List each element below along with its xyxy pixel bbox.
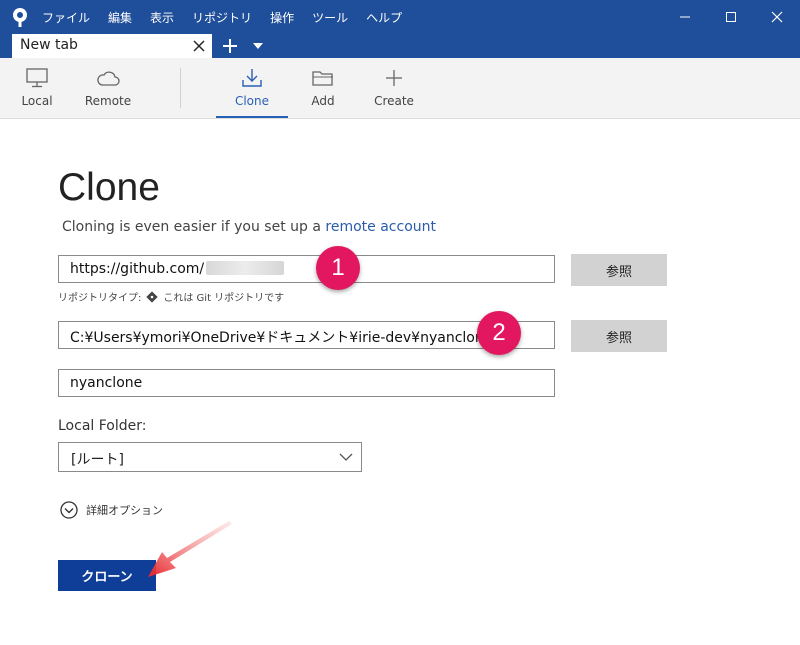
bookmark-name-input[interactable]: nyanclone: [58, 369, 555, 397]
menu-edit[interactable]: 編集: [108, 9, 132, 26]
tab-new-tab[interactable]: New tab: [12, 34, 212, 58]
folder-icon: [312, 71, 333, 86]
menu-help[interactable]: ヘルプ: [366, 9, 402, 26]
tab-label: New tab: [20, 37, 78, 53]
git-icon: [146, 290, 159, 303]
tool-add-label: Add: [311, 94, 335, 108]
add-tab-icon[interactable]: [222, 38, 238, 54]
cloud-icon: [97, 71, 120, 86]
tool-add[interactable]: Add: [298, 58, 348, 118]
close-icon: [771, 11, 783, 23]
menu-bar: ファイル 編集 表示 リポジトリ 操作 ツール ヘルプ: [42, 0, 420, 34]
tool-remote[interactable]: Remote: [78, 58, 138, 118]
sourcetree-logo-icon: [13, 8, 27, 27]
local-folder-select[interactable]: [ルート]: [58, 442, 362, 472]
subtitle-text: Cloning is even easier if you set up a: [62, 219, 321, 235]
annotation-badge-2: 2: [477, 311, 521, 355]
tool-create[interactable]: Create: [368, 58, 420, 118]
repo-type-label: リポジトリタイプ:: [58, 293, 142, 304]
redacted-text: [206, 261, 285, 275]
plus-icon: [386, 70, 402, 86]
monitor-icon: [26, 68, 48, 88]
maximize-button[interactable]: [708, 0, 754, 34]
remote-account-link[interactable]: remote account: [325, 219, 436, 235]
advanced-options-toggle[interactable]: 詳細オプション: [60, 501, 163, 519]
tool-create-label: Create: [374, 94, 414, 108]
minimize-button[interactable]: [662, 0, 708, 34]
tab-bar: New tab: [0, 34, 800, 58]
menu-repository[interactable]: リポジトリ: [192, 9, 252, 26]
menu-view[interactable]: 表示: [150, 9, 174, 26]
page-title: Clone: [58, 166, 160, 209]
annotation-arrow-icon: [148, 521, 232, 577]
menu-tools[interactable]: ツール: [312, 9, 348, 26]
tool-local-label: Local: [21, 94, 53, 108]
expand-circle-icon: [60, 501, 78, 519]
browse-source-button[interactable]: 参照: [571, 254, 667, 286]
source-url-input[interactable]: https://github.com/: [58, 255, 555, 283]
source-url-value: https://github.com/: [70, 261, 205, 277]
repo-type-note: リポジトリタイプ: これは Git リポジトリです: [58, 289, 284, 304]
annotation-badge-1: 1: [316, 246, 360, 290]
page-subtitle: Cloning is even easier if you set up a r…: [62, 219, 436, 235]
tab-close-icon[interactable]: [192, 39, 206, 53]
browse-destination-button[interactable]: 参照: [571, 320, 667, 352]
tab-dropdown-icon[interactable]: [253, 43, 263, 49]
toolbar: Local Remote Clone Add Create: [0, 58, 800, 119]
advanced-options-label: 詳細オプション: [86, 504, 163, 517]
chevron-down-icon: [339, 453, 353, 461]
toolbar-separator: [180, 68, 181, 108]
tool-clone-label: Clone: [234, 94, 270, 108]
title-bar: ファイル 編集 表示 リポジトリ 操作 ツール ヘルプ: [0, 0, 800, 34]
minimize-icon: [680, 16, 690, 18]
menu-file[interactable]: ファイル: [42, 9, 90, 26]
local-folder-label: Local Folder:: [58, 418, 147, 434]
repo-type-value: これは Git リポジトリです: [163, 293, 285, 304]
local-folder-value: [ルート]: [71, 452, 124, 468]
tool-remote-label: Remote: [84, 94, 132, 108]
download-icon: [242, 69, 262, 87]
tool-local[interactable]: Local: [8, 58, 66, 118]
close-window-button[interactable]: [754, 0, 800, 34]
menu-actions[interactable]: 操作: [270, 9, 294, 26]
tool-clone[interactable]: Clone: [216, 58, 288, 118]
maximize-icon: [726, 12, 736, 22]
